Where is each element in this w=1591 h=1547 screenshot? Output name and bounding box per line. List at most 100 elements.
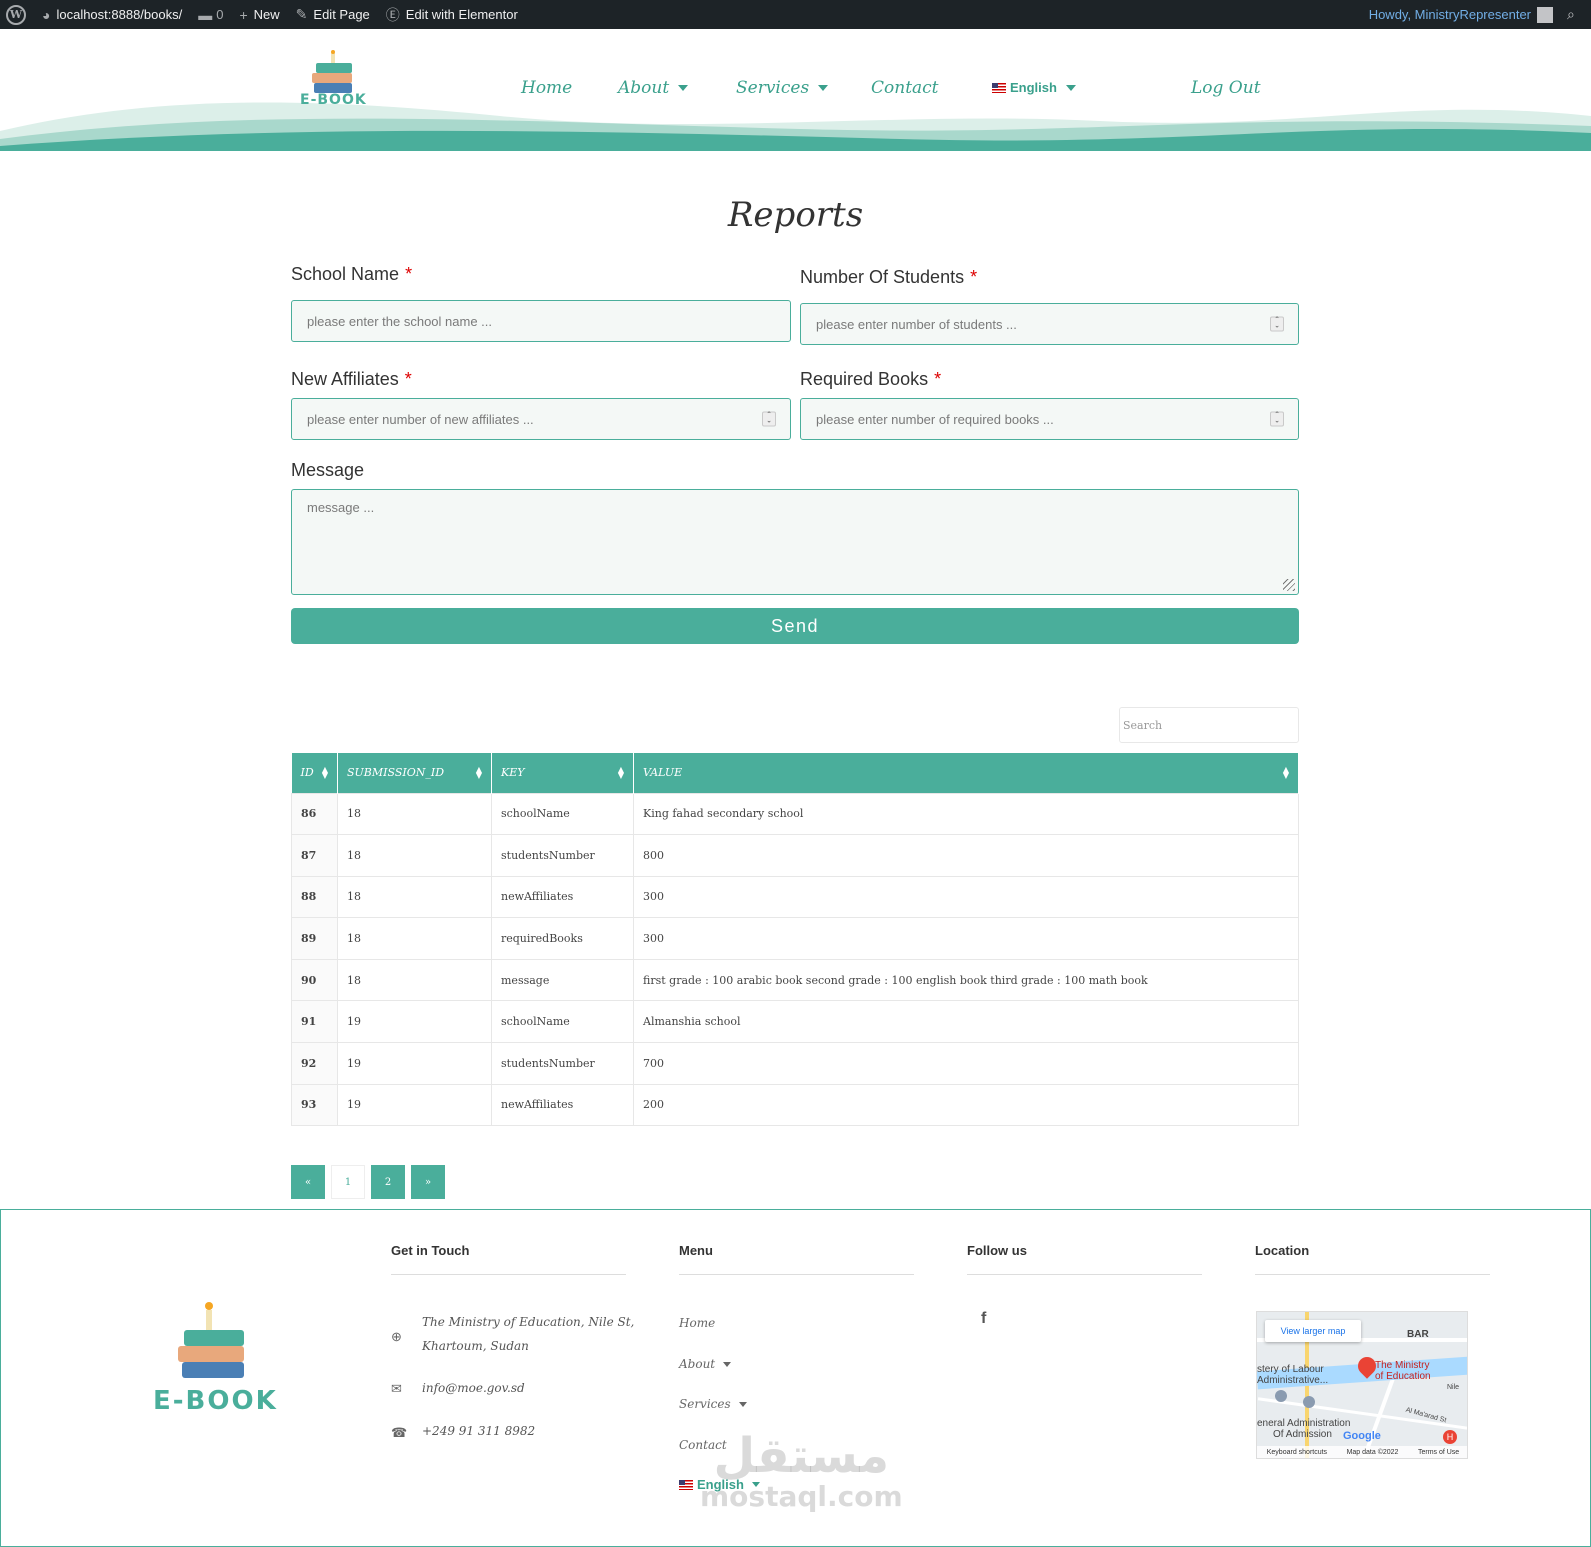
footer-address: The Ministry of Education, Nile St, Khart… xyxy=(422,1310,634,1358)
comments-link[interactable]: ▬ 0 xyxy=(190,0,231,29)
number-stepper-icon[interactable]: ⌃ ⌄ xyxy=(1270,411,1284,427)
pagination-next-button[interactable]: » xyxy=(411,1165,445,1199)
map-label-line: stery of Labour xyxy=(1257,1364,1324,1375)
footer-menu-label: Home xyxy=(679,1316,716,1330)
students-number-input[interactable]: please enter number of students ... ⌃ ⌄ xyxy=(800,303,1299,345)
nav-logout[interactable]: Log Out xyxy=(1191,78,1261,98)
comment-icon: ▬ xyxy=(198,6,213,23)
watermark-latin: mostaql.com xyxy=(700,1480,903,1513)
location-map[interactable]: View larger map BAR The Ministry of Educa… xyxy=(1256,1311,1468,1459)
nav-contact[interactable]: Contact xyxy=(871,78,939,98)
map-poi-icon[interactable] xyxy=(1303,1396,1315,1408)
user-account-link[interactable]: Howdy, MinistryRepresenter xyxy=(1369,7,1537,22)
footer-menu-label: Services xyxy=(679,1397,731,1411)
required-mark: * xyxy=(970,267,978,287)
footer-menu-about[interactable]: About xyxy=(679,1357,732,1371)
cell-id: 93 xyxy=(291,1083,338,1127)
send-button[interactable]: Send xyxy=(291,608,1299,644)
terms-of-use-link[interactable]: Terms of Use xyxy=(1418,1449,1459,1456)
map-data-label: Map data ©2022 xyxy=(1346,1448,1399,1456)
sort-icon: ▲ ▼ xyxy=(321,765,328,780)
required-mark: * xyxy=(934,369,942,389)
footer-phone[interactable]: +249 91 311 8982 xyxy=(422,1419,535,1443)
school-name-input[interactable]: please enter the school name ... xyxy=(291,300,791,342)
map-label-line: eneral Administration xyxy=(1257,1418,1351,1429)
number-stepper-icon[interactable]: ⌃ ⌄ xyxy=(1270,316,1284,332)
map-label: stery of Labour Administrative... xyxy=(1257,1364,1328,1386)
us-flag-icon xyxy=(679,1479,693,1490)
view-larger-map-link[interactable]: View larger map xyxy=(1265,1320,1361,1342)
footer-menu-home[interactable]: Home xyxy=(679,1316,715,1330)
column-header-value[interactable]: VALUE ▲ ▼ xyxy=(633,753,1299,793)
wordpress-menu[interactable]: W xyxy=(0,0,34,29)
nav-about[interactable]: About xyxy=(618,78,689,98)
reports-table: ID ▲ ▼ SUBMISSION_ID ▲ ▼ KEY ▲ ▼ VALUE ▲ ▼ 86 18 s… xyxy=(291,753,1299,1127)
edit-page-link[interactable]: ✎ Edit Page xyxy=(288,0,378,29)
cell-value: 200 xyxy=(633,1083,1299,1127)
table-search-input[interactable]: Search xyxy=(1119,707,1299,743)
comments-count: 0 xyxy=(216,7,224,22)
new-content-link[interactable]: + New xyxy=(231,0,287,29)
table-row: 89 18 requiredBooks 300 xyxy=(291,917,1299,960)
pagination-page-1[interactable]: 1 xyxy=(331,1165,365,1199)
pagination-prev-button[interactable]: « xyxy=(291,1165,325,1199)
cell-key: newAffiliates xyxy=(491,1083,634,1127)
map-poi-icon[interactable] xyxy=(1275,1390,1287,1402)
us-flag-icon xyxy=(992,82,1006,93)
cell-submission-id: 18 xyxy=(337,875,492,919)
phone-icon: ☎ xyxy=(391,1425,408,1440)
column-header-key[interactable]: KEY ▲ ▼ xyxy=(491,753,634,793)
affiliates-placeholder: please enter number of new affiliates ..… xyxy=(307,411,534,427)
number-stepper-icon[interactable]: ⌃ ⌄ xyxy=(762,411,776,427)
nav-services-label: Services xyxy=(736,78,810,98)
cell-value: Almanshia school xyxy=(633,1000,1299,1044)
cell-submission-id: 19 xyxy=(337,1083,492,1127)
cell-value: 800 xyxy=(633,834,1299,877)
footer-location-title: Location xyxy=(1255,1243,1310,1258)
table-row: 93 19 newAffiliates 200 xyxy=(291,1083,1299,1127)
facebook-icon[interactable]: f xyxy=(981,1310,986,1328)
keyboard-shortcuts-link[interactable]: Keyboard shortcuts xyxy=(1267,1449,1327,1456)
table-row: 88 18 newAffiliates 300 xyxy=(291,875,1299,919)
footer-email[interactable]: info@moe.gov.sd xyxy=(422,1376,525,1400)
cell-id: 87 xyxy=(291,834,338,877)
footer-menu-services[interactable]: Services xyxy=(679,1397,747,1411)
column-header-submission-id[interactable]: SUBMISSION_ID ▲ ▼ xyxy=(337,753,492,793)
cell-submission-id: 18 xyxy=(337,792,492,836)
cell-submission-id: 19 xyxy=(337,1000,492,1044)
map-label-line: Of Admission xyxy=(1273,1429,1332,1440)
admin-bar: W ◕ localhost:8888/books/ ▬ 0 + New ✎ Ed… xyxy=(0,0,1591,29)
table-row: 91 19 schoolName Almanshia school xyxy=(291,1000,1299,1044)
nav-home-label: Home xyxy=(521,78,573,98)
resize-handle-icon[interactable] xyxy=(1283,579,1295,591)
hospital-icon[interactable]: H xyxy=(1443,1430,1457,1444)
footer-logo[interactable] xyxy=(170,1300,254,1386)
message-textarea[interactable]: message ... xyxy=(291,489,1299,595)
search-icon[interactable]: ⌕ xyxy=(1567,6,1591,23)
pagination: « 1 2 » xyxy=(291,1165,451,1199)
books-placeholder: please enter number of required books ..… xyxy=(816,411,1054,427)
avatar[interactable] xyxy=(1537,6,1553,23)
table-row: 92 19 studentsNumber 700 xyxy=(291,1042,1299,1085)
cell-submission-id: 18 xyxy=(337,917,492,960)
cell-key: schoolName xyxy=(491,1000,634,1044)
chevron-down-icon xyxy=(678,85,689,91)
affiliates-label: New Affiliates * xyxy=(291,369,412,390)
books-label-text: Required Books xyxy=(800,369,929,389)
new-affiliates-input[interactable]: please enter number of new affiliates ..… xyxy=(291,398,791,440)
nav-language-label: English xyxy=(1010,80,1057,95)
sort-icon: ▲ ▼ xyxy=(1282,765,1289,780)
wordpress-icon: W xyxy=(6,4,26,25)
pagination-page-2[interactable]: 2 xyxy=(371,1165,405,1199)
nav-language[interactable]: English xyxy=(992,80,1076,95)
cell-value: 700 xyxy=(633,1042,1299,1085)
nav-services[interactable]: Services xyxy=(736,78,829,98)
nav-home[interactable]: Home xyxy=(521,78,572,98)
cell-value: first grade : 100 arabic book second gra… xyxy=(633,958,1299,1002)
edit-with-elementor-link[interactable]: Ⓔ Edit with Elementor xyxy=(378,0,526,29)
site-name-link[interactable]: ◕ localhost:8888/books/ xyxy=(34,0,190,29)
divider xyxy=(967,1274,1202,1275)
cell-id: 89 xyxy=(291,917,338,960)
required-books-input[interactable]: please enter number of required books ..… xyxy=(800,398,1299,440)
column-header-id[interactable]: ID ▲ ▼ xyxy=(291,753,338,793)
